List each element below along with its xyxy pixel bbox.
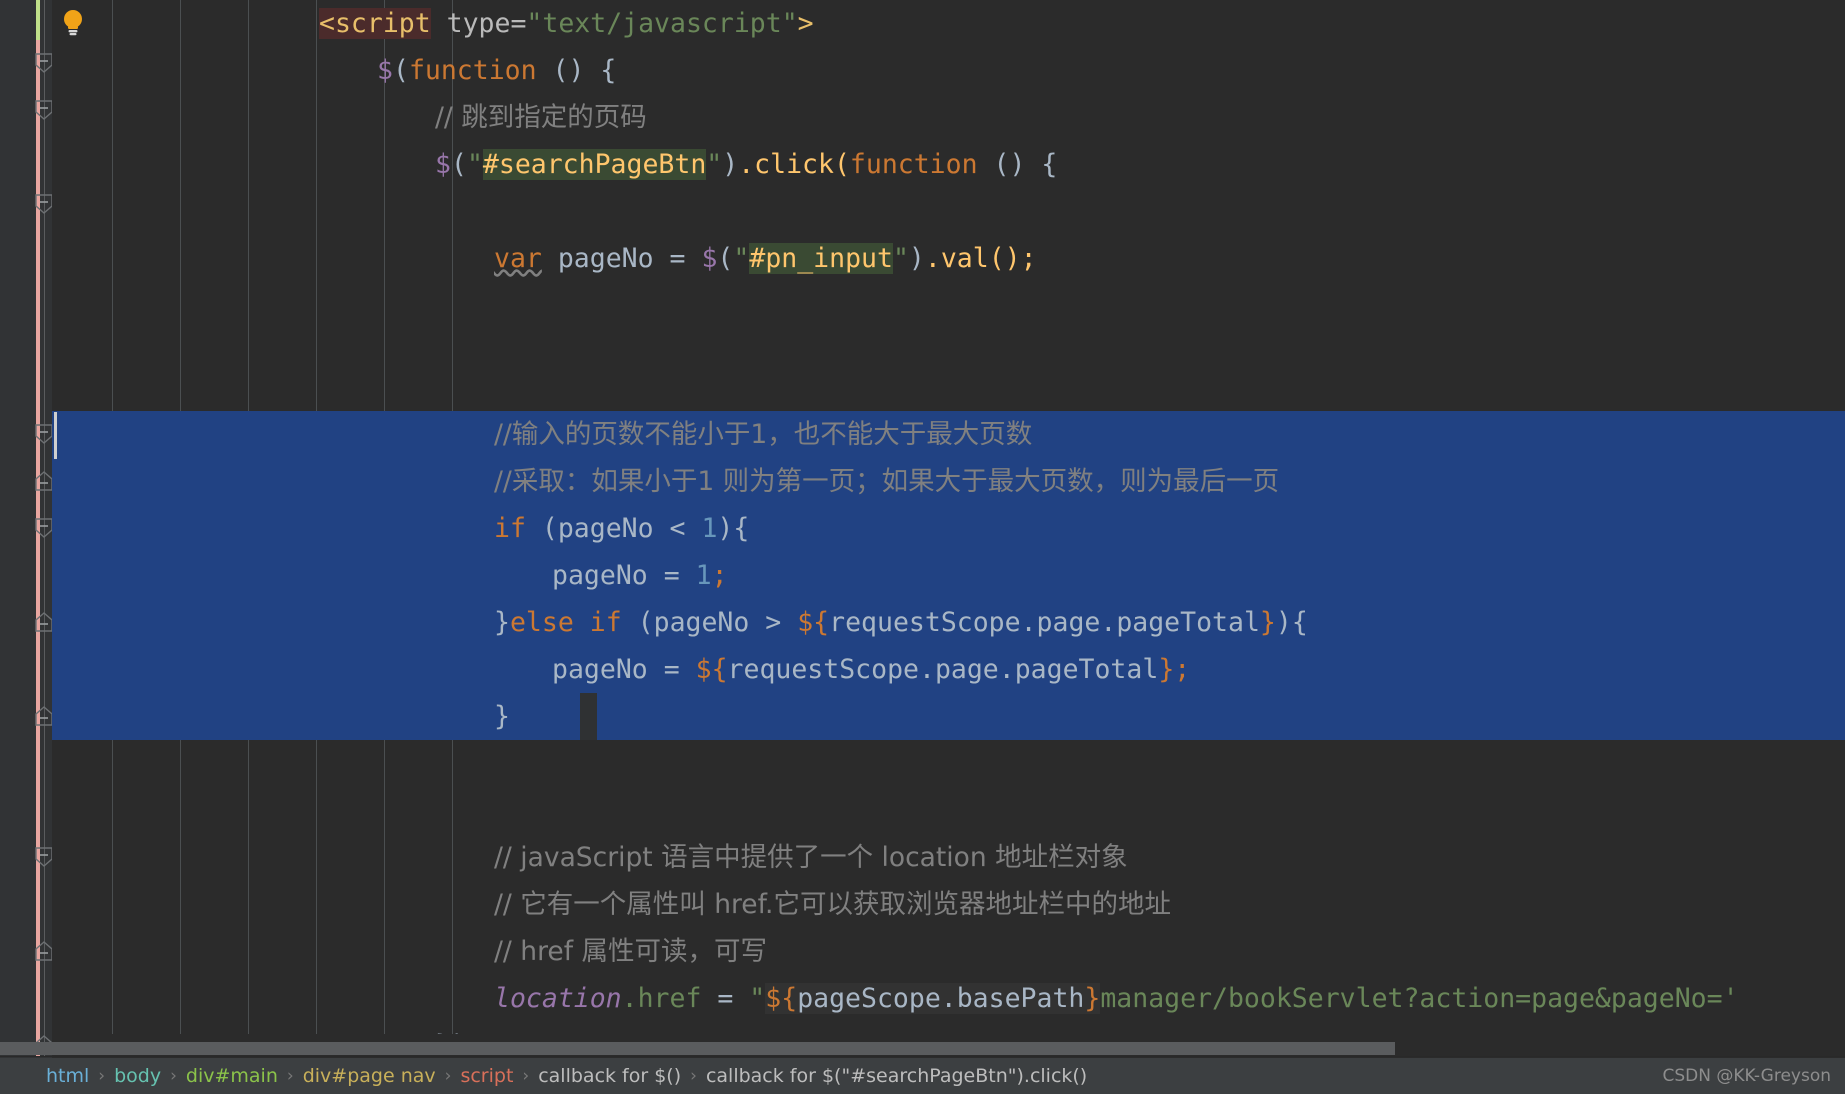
token-script-tag: <script	[319, 8, 431, 39]
token-dollar: $	[377, 55, 393, 86]
code-line[interactable]: var pageNo = $("#pn_input").val();	[52, 235, 1037, 282]
vcs-change-marker-added[interactable]	[36, 0, 40, 40]
token-comment-js2: // 它有一个属性叫 href.它可以获取浏览器地址栏中的地址	[494, 889, 1171, 920]
token-click-method: .click(	[738, 149, 850, 180]
token-else-kw: else	[509, 607, 574, 638]
code-line[interactable]: //采取：如果小于1 则为第一页；如果大于最大页数，则为最后一页	[52, 458, 1279, 505]
token-function-kw: function	[408, 55, 537, 86]
breadcrumb-separator-3: ›	[286, 1066, 294, 1086]
token-if-kw2: if	[589, 607, 622, 638]
code-line[interactable]: location.href = "${pageScope.basePath}ma…	[52, 975, 1739, 1022]
token-selector-searchbtn: #searchPageBtn	[482, 149, 707, 180]
token-function-kw2: function	[849, 149, 978, 180]
code-line[interactable]: // javaScript 语言中提供了一个 location 地址栏对象	[52, 834, 1128, 881]
token-selector-pninput: #pn_input	[749, 243, 893, 274]
code-line[interactable]: <script type="text/javascript">	[52, 0, 814, 47]
code-line[interactable]: pageNo = 1;	[52, 552, 728, 599]
token-el-pagetotal-2: ${requestScope.page.pageTotal}	[695, 654, 1175, 685]
watermark: CSDN @KK-Greyson	[1662, 1066, 1831, 1086]
breadcrumb-item-html[interactable]: html	[46, 1065, 89, 1087]
token-el-basepath: ${pageScope.basePath}	[765, 983, 1101, 1014]
ide-editor-window: <script type="text/javascript"> $(functi…	[0, 0, 1845, 1094]
token-var-kw: var	[494, 243, 542, 274]
status-separator	[0, 1056, 1845, 1057]
code-line[interactable]: $(function () {	[52, 47, 616, 94]
token-url-tail: manager/bookServlet?action=page&pageNo='	[1100, 983, 1739, 1014]
token-tag-close: >	[797, 8, 814, 39]
breadcrumb-item-callback-dollar[interactable]: callback for $()	[538, 1065, 681, 1087]
breadcrumb-separator-5: ›	[522, 1066, 530, 1086]
breadcrumb-item-script[interactable]: script	[460, 1065, 513, 1087]
breadcrumb-item-div-page-nav[interactable]: div#page nav	[303, 1065, 436, 1087]
code-line[interactable]: }	[52, 693, 510, 740]
token-location-kw: location	[494, 983, 622, 1014]
breadcrumb-item-body[interactable]: body	[114, 1065, 161, 1087]
token-num-1: 1	[701, 513, 718, 544]
code-line[interactable]: //输入的页数不能小于1，也不能大于最大页数	[52, 411, 1032, 458]
token-pageno-2: pageNo	[557, 513, 654, 544]
token-pageno-5: pageNo	[552, 654, 648, 685]
code-editor-area[interactable]: <script type="text/javascript"> $(functi…	[52, 0, 1845, 1034]
breadcrumb-item-div-main[interactable]: div#main	[186, 1065, 278, 1087]
token-pageno: pageNo	[557, 243, 654, 274]
token-pageno-4: pageNo	[653, 607, 750, 638]
code-text[interactable]: <script type="text/javascript"> $(functi…	[52, 0, 1845, 1034]
token-num-1b: 1	[695, 560, 712, 591]
code-line[interactable]: // href 属性可读，可写	[52, 928, 767, 975]
token-pageno-3: pageNo	[552, 560, 648, 591]
token-comment-limit1: //输入的页数不能小于1，也不能大于最大页数	[494, 419, 1033, 450]
gutter-line-number-column	[0, 0, 36, 1060]
editor-gutter[interactable]	[0, 0, 53, 1060]
token-href-prop: .href	[621, 983, 702, 1014]
token-type-value: "text/javascript"	[526, 8, 798, 39]
breadcrumb-separator-6: ›	[690, 1066, 697, 1086]
token-type-attr: type=	[430, 8, 527, 39]
code-line[interactable]: // 它有一个属性叫 href.它可以获取浏览器地址栏中的地址	[52, 881, 1171, 928]
code-line[interactable]: $("#searchPageBtn").click(function () {	[52, 141, 1057, 188]
token-comment-js1: // javaScript 语言中提供了一个 location 地址栏对象	[494, 842, 1128, 873]
code-line[interactable]: if (pageNo < 1){	[52, 505, 749, 552]
token-if-kw: if	[494, 513, 526, 544]
token-comment-limit2: //采取：如果小于1 则为第一页；如果大于最大页数，则为最后一页	[494, 466, 1280, 497]
token-comment-js3: // href 属性可读，可写	[494, 936, 767, 967]
token-paren-empty: () {	[552, 55, 617, 86]
token-comment-jump: // 跳到指定的页码	[435, 102, 647, 133]
breadcrumb[interactable]: html › body › div#main › div#page nav › …	[0, 1058, 1845, 1094]
token-el-pagetotal: ${requestScope.page.pageTotal}	[797, 607, 1276, 638]
breadcrumb-separator-1: ›	[98, 1066, 106, 1086]
breadcrumb-separator-4: ›	[444, 1066, 452, 1086]
code-line[interactable]: // 跳到指定的页码	[52, 94, 647, 141]
code-line[interactable]: pageNo = ${requestScope.page.pageTotal};	[52, 646, 1190, 693]
horizontal-scrollbar-thumb[interactable]	[0, 1042, 1395, 1055]
code-line[interactable]: }else if (pageNo > ${requestScope.page.p…	[52, 599, 1308, 646]
code-line[interactable]: });	[52, 1022, 483, 1034]
token-val-method: .val();	[924, 243, 1037, 274]
breadcrumb-separator-2: ›	[170, 1066, 177, 1086]
breadcrumb-item-callback-click[interactable]: callback for $("#searchPageBtn").click()	[706, 1065, 1087, 1087]
